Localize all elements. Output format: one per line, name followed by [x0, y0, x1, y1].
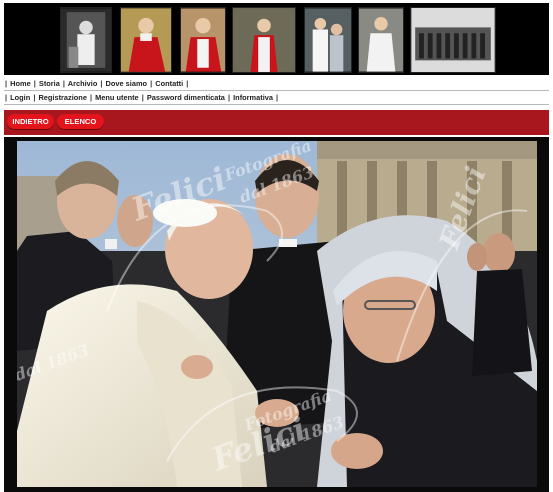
- nav-dove-siamo-link[interactable]: Dove siamo: [106, 79, 148, 88]
- secondary-nav: | Login | Registrazione | Menu utente | …: [4, 91, 549, 105]
- thumbnail-7[interactable]: [410, 7, 496, 73]
- nav-informativa-link[interactable]: Informativa: [233, 93, 273, 102]
- nav-separator: |: [5, 93, 8, 102]
- primary-nav: | Home | Storia | Archivio | Dove siamo …: [4, 77, 549, 91]
- thumbnail-2[interactable]: [120, 7, 172, 73]
- thumbnail-3[interactable]: [180, 7, 226, 73]
- nav-separator: |: [227, 93, 231, 102]
- action-bar: INDIETRO ELENCO: [4, 110, 549, 135]
- thumbnail-4[interactable]: [232, 7, 296, 73]
- nav-archivio-link[interactable]: Archivio: [68, 79, 98, 88]
- nav-separator: |: [33, 93, 36, 102]
- nav-separator: |: [5, 79, 8, 88]
- main-photo: Felici Fotografia dal 1863 Felici Fotogr…: [17, 141, 537, 487]
- nav-login-link[interactable]: Login: [10, 93, 30, 102]
- nav-separator: |: [150, 79, 153, 88]
- nav-separator: |: [141, 93, 144, 102]
- thumbnail-1[interactable]: [60, 7, 112, 73]
- nav-contatti-link[interactable]: Contatti: [155, 79, 183, 88]
- back-button[interactable]: INDIETRO: [7, 114, 54, 129]
- nav-storia-link[interactable]: Storia: [39, 79, 60, 88]
- nav-separator: |: [276, 93, 279, 102]
- thumbnail-6[interactable]: [358, 7, 404, 73]
- nav-menu-utente-link[interactable]: Menu utente: [95, 93, 139, 102]
- nav-separator: |: [90, 93, 93, 102]
- nav-registrazione-link[interactable]: Registrazione: [38, 93, 86, 102]
- nav-separator: |: [100, 79, 103, 88]
- thumbnail-5[interactable]: [304, 7, 352, 73]
- nav-separator: |: [62, 79, 65, 88]
- photo-frame: Felici Fotografia dal 1863 Felici Fotogr…: [4, 137, 549, 492]
- nav-separator: |: [33, 79, 36, 88]
- nav-home-link[interactable]: Home: [10, 79, 31, 88]
- nav-separator: |: [186, 79, 189, 88]
- thumbnail-strip: [4, 3, 549, 75]
- nav-password-dimenticata-link[interactable]: Password dimenticata: [147, 93, 225, 102]
- list-button[interactable]: ELENCO: [57, 114, 104, 129]
